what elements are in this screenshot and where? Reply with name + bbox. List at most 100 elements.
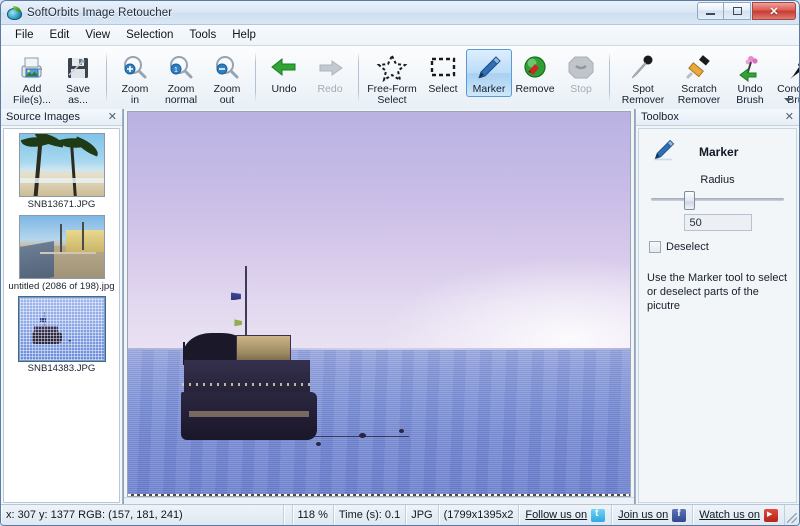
concealer-brush-icon	[785, 53, 799, 83]
free-form-select-icon	[376, 53, 408, 83]
toolbar-group-history: Undo Redo	[261, 49, 353, 107]
add-files-icon	[16, 53, 48, 83]
minimize-icon	[706, 12, 715, 15]
zoom-in-button[interactable]: Zoom in	[112, 49, 158, 108]
radius-slider-thumb[interactable]	[683, 191, 695, 210]
zoom-out-button[interactable]: Zoom out	[204, 49, 250, 108]
toolbar-separator	[106, 52, 107, 102]
boat-thumb	[17, 296, 106, 362]
status-spacer	[284, 505, 293, 525]
toolbox-title: Toolbox	[641, 111, 679, 123]
menu-item-tools[interactable]: Tools	[181, 27, 224, 43]
app-logo-icon	[6, 5, 22, 21]
zoom-in-icon	[119, 53, 151, 83]
boat-deck	[184, 359, 310, 395]
status-image-dimensions: (1799x1395x2	[439, 505, 520, 525]
boat-mast	[244, 265, 247, 339]
image-canvas-area[interactable]	[123, 109, 635, 505]
rectangle-select-icon	[427, 53, 459, 83]
facebook-join-label: Join us on	[618, 509, 669, 521]
zoom-out-icon	[211, 53, 243, 83]
zoom-out-label-line2: out	[219, 94, 235, 106]
menu-item-selection[interactable]: Selection	[118, 27, 181, 43]
radius-value-field[interactable]: 50	[683, 214, 752, 231]
marker-button[interactable]: Marker	[466, 49, 512, 97]
source-images-header: Source Images ✕	[1, 109, 122, 126]
save-as-icon	[62, 53, 94, 83]
toolbar-separator	[358, 52, 359, 102]
status-bar: x: 307 y: 1377 RGB: (157, 181, 241) 118 …	[1, 504, 799, 525]
main-toolbar: Add File(s)... Save as... Zoom in 1 Zoom…	[1, 46, 799, 110]
source-images-list[interactable]: SNB13671.JPG untitled (2086 of 198).jpg	[3, 128, 120, 503]
list-item[interactable]: SNB14383.JPG	[4, 295, 119, 377]
add-files-label-line2: File(s)...	[13, 94, 51, 106]
scratch-remover-label-line2: Remover	[677, 94, 721, 106]
list-item[interactable]: SNB13671.JPG	[4, 131, 119, 213]
main-body: Source Images ✕ SNB13671.JPG untitled (2…	[1, 109, 799, 505]
toolbar-separator	[255, 52, 256, 102]
window-controls: ✕	[697, 2, 796, 20]
save-as-label-line2: as...	[68, 94, 88, 106]
undo-button[interactable]: Undo	[261, 49, 307, 97]
spot-remover-button[interactable]: Spot Remover	[615, 49, 671, 108]
deselect-checkbox[interactable]	[649, 241, 661, 253]
source-images-close-icon[interactable]: ✕	[106, 111, 119, 123]
facebook-icon[interactable]	[672, 508, 687, 522]
toolbar-overflow-chevron-icon[interactable]	[783, 95, 793, 105]
toolbar-group-zoom: Zoom in 1 Zoom normal Zoom out	[112, 49, 250, 107]
scratch-remover-button[interactable]: Scratch Remover	[671, 49, 727, 108]
maximize-button[interactable]	[724, 2, 751, 20]
toolbox-close-icon[interactable]: ✕	[783, 111, 796, 123]
toolbar-group-retouch: Spot Remover Scratch Remover Undo Brush …	[615, 49, 799, 108]
save-as-button[interactable]: Save as...	[55, 49, 101, 108]
close-button[interactable]: ✕	[752, 2, 796, 20]
add-files-button[interactable]: Add File(s)...	[9, 49, 55, 108]
remove-button[interactable]: Remove	[512, 49, 558, 97]
resize-grip-icon[interactable]	[785, 505, 799, 525]
zoom-in-label-line2: in	[130, 94, 140, 106]
spot-remover-icon	[627, 53, 659, 83]
menu-item-help[interactable]: Help	[224, 27, 264, 43]
toolbox-body: Marker Radius 50 Deselect Use the Marker…	[638, 128, 797, 503]
toolbar-group-file: Add File(s)... Save as...	[9, 49, 101, 107]
twitter-icon[interactable]	[591, 508, 606, 522]
menu-item-file[interactable]: File	[7, 27, 42, 43]
buoy	[358, 432, 366, 438]
rectangle-select-button[interactable]: Select	[420, 49, 466, 97]
free-form-select-button[interactable]: Free-Form Select	[364, 49, 420, 108]
menu-item-edit[interactable]: Edit	[42, 27, 78, 43]
image-canvas[interactable]	[127, 111, 631, 497]
facebook-join-link[interactable]: Join us on	[612, 505, 694, 525]
title-bar: SoftOrbits Image Retoucher ✕	[1, 1, 799, 25]
status-file-format: JPG	[406, 505, 439, 525]
zoom-normal-label-line2: normal	[164, 94, 198, 106]
menu-item-view[interactable]: View	[77, 27, 118, 43]
sky-region	[128, 112, 630, 351]
list-item[interactable]: untitled (2086 of 198).jpg	[4, 213, 119, 295]
toolbar-separator	[609, 52, 610, 102]
boat-hull	[181, 392, 317, 441]
source-images-title: Source Images	[6, 111, 80, 123]
undo-brush-button[interactable]: Undo Brush	[727, 49, 773, 108]
maximize-icon	[732, 7, 742, 15]
application-window: SoftOrbits Image Retoucher ✕ File Edit V…	[0, 0, 800, 526]
list-item-caption: SNB13671.JPG	[27, 199, 96, 210]
zoom-normal-button[interactable]: 1 Zoom normal	[158, 49, 204, 108]
youtube-icon[interactable]	[764, 508, 778, 522]
list-item-caption: SNB14383.JPG	[27, 363, 96, 374]
redo-button[interactable]: Redo	[307, 49, 353, 97]
redo-label: Redo	[317, 83, 343, 95]
radius-slider[interactable]	[647, 190, 788, 210]
minimize-button[interactable]	[697, 2, 724, 20]
remove-icon	[519, 53, 551, 83]
youtube-watch-label: Watch us on	[699, 509, 760, 521]
twitter-follow-link[interactable]: Follow us on	[519, 505, 613, 525]
toolbox-tool-heading: Marker	[649, 137, 788, 166]
deselect-checkbox-row[interactable]: Deselect	[649, 241, 788, 253]
embankment-thumb	[18, 215, 105, 279]
status-processing-time: Time (s): 0.1	[334, 505, 407, 525]
stop-button[interactable]: Stop	[558, 49, 604, 97]
youtube-watch-link[interactable]: Watch us on	[693, 505, 785, 525]
deselect-label: Deselect	[666, 241, 709, 253]
twitter-follow-label: Follow us on	[525, 509, 588, 521]
